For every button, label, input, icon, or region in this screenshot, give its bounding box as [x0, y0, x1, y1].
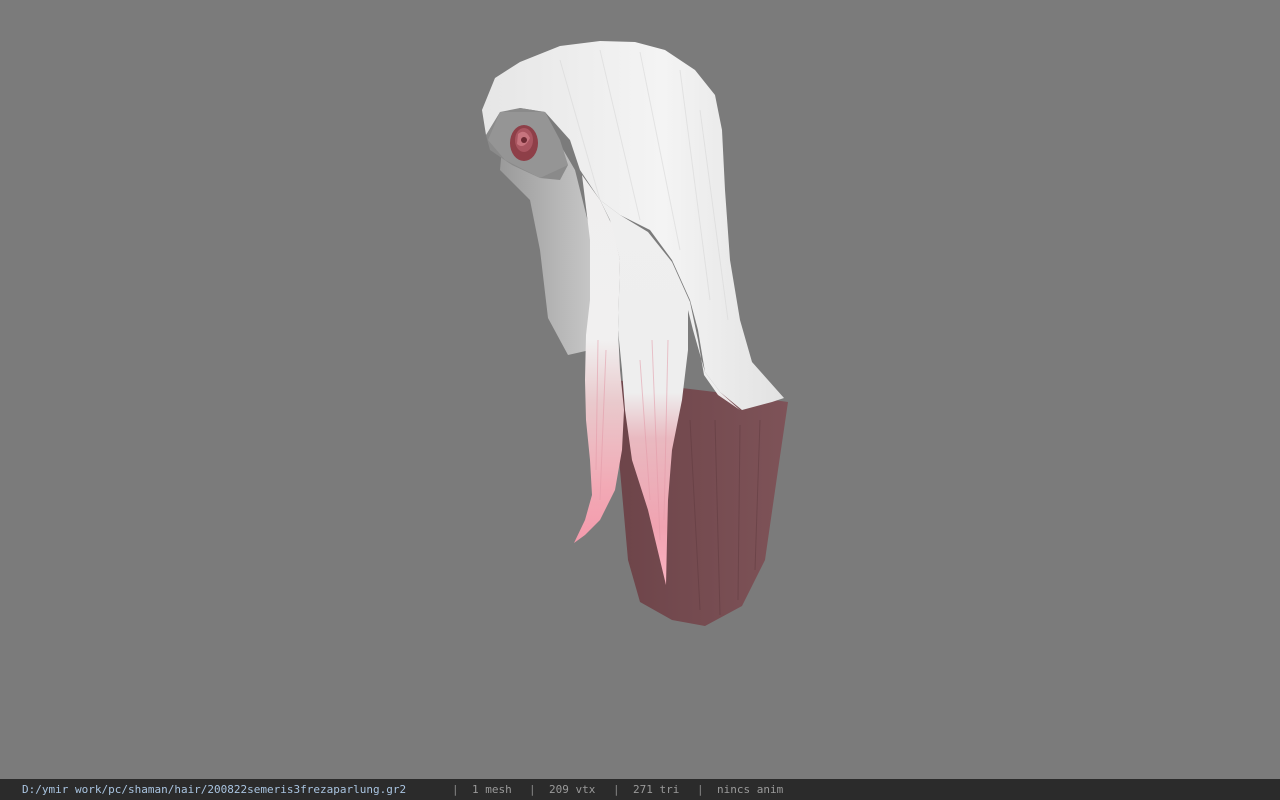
status-bar: D:/ymir work/pc/shaman/hair/200822semeri… — [0, 779, 1280, 800]
rose-ornament — [510, 125, 538, 161]
vertex-count: 209 vtx — [549, 783, 596, 796]
triangle-count: 271 tri — [633, 783, 680, 796]
mesh-count: 1 mesh — [472, 783, 512, 796]
file-path: D:/ymir work/pc/shaman/hair/200822semeri… — [22, 783, 407, 796]
separator: | — [452, 783, 459, 796]
separator: | — [697, 783, 704, 796]
separator: | — [529, 783, 536, 796]
separator: | — [613, 783, 620, 796]
animation-status: nincs anim — [717, 783, 784, 796]
hair-model-icon — [482, 41, 788, 626]
3d-viewport[interactable] — [0, 0, 1280, 779]
